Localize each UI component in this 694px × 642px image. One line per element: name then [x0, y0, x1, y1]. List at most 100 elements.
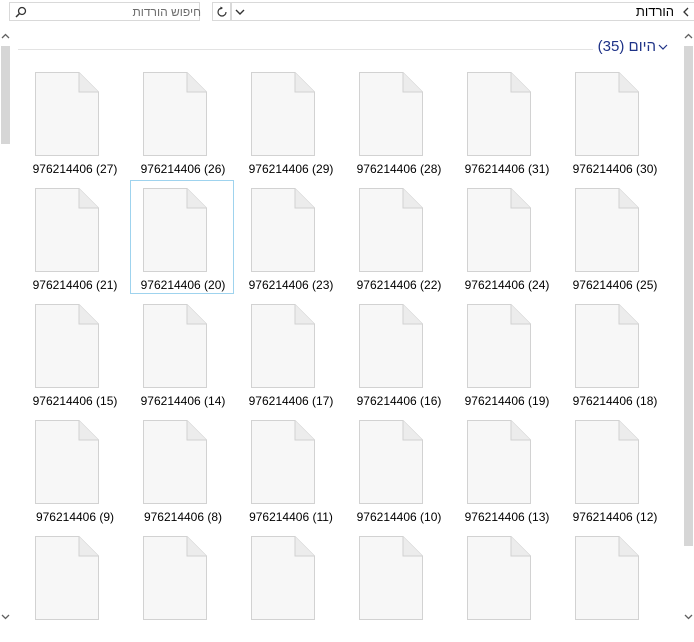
file-icon — [251, 304, 315, 388]
refresh-button[interactable] — [212, 2, 231, 21]
file-icon — [467, 536, 531, 620]
file-label: 976214406 (21) — [32, 278, 118, 292]
file-icon — [143, 304, 207, 388]
file-icon — [359, 188, 423, 272]
file-item[interactable]: 976214406 (15) — [22, 296, 126, 410]
file-item[interactable]: 976214406 (10) — [346, 412, 450, 526]
chevron-down-icon[interactable] — [234, 7, 246, 17]
file-icon — [251, 536, 315, 620]
file-icon — [143, 72, 207, 156]
file-label: 976214406 (29) — [248, 162, 334, 176]
file-item[interactable] — [562, 528, 666, 642]
file-label: 976214406 (31) — [464, 162, 550, 176]
file-icon — [359, 304, 423, 388]
file-item[interactable]: 976214406 (12) — [562, 412, 666, 526]
file-icon — [575, 536, 639, 620]
scroll-up-arrow-icon[interactable] — [684, 32, 693, 41]
file-item[interactable]: 976214406 (21) — [22, 180, 126, 294]
file-icon — [575, 188, 639, 272]
file-icon — [143, 536, 207, 620]
file-item[interactable] — [346, 528, 450, 642]
file-icon — [359, 420, 423, 504]
search-icon[interactable] — [15, 6, 27, 18]
file-icon — [575, 72, 639, 156]
file-item[interactable]: 976214406 (9) — [22, 412, 126, 526]
file-item[interactable]: 976214406 (23) — [238, 180, 342, 294]
file-icon — [467, 188, 531, 272]
file-label: 976214406 (11) — [249, 510, 333, 524]
file-label: 976214406 (27) — [32, 162, 118, 176]
file-label: 976214406 (20) — [140, 278, 226, 292]
breadcrumb-current[interactable]: הורדות — [636, 4, 674, 19]
file-label: 976214406 (12) — [572, 510, 658, 524]
file-icon — [35, 304, 99, 388]
file-label: 976214406 (8) — [143, 510, 223, 524]
file-item[interactable]: 976214406 (8) — [130, 412, 234, 526]
group-header[interactable]: היום (35) — [18, 38, 668, 58]
group-divider — [18, 49, 593, 50]
file-label: 976214406 (9) — [35, 510, 115, 524]
file-item[interactable]: 976214406 (16) — [346, 296, 450, 410]
file-label: 976214406 (10) — [356, 510, 442, 524]
scroll-thumb[interactable] — [684, 46, 693, 546]
file-icon — [359, 72, 423, 156]
file-icon — [251, 420, 315, 504]
file-label: 976214406 (30) — [572, 162, 658, 176]
file-item[interactable]: 976214406 (19) — [454, 296, 558, 410]
file-label: 976214406 (16) — [356, 394, 442, 408]
file-icon — [575, 304, 639, 388]
file-icon — [467, 72, 531, 156]
file-icon — [143, 188, 207, 272]
file-item[interactable]: 976214406 (20) — [130, 180, 234, 294]
file-item[interactable]: 976214406 (26) — [130, 64, 234, 178]
file-icon — [35, 420, 99, 504]
file-icon — [467, 304, 531, 388]
file-item[interactable] — [238, 528, 342, 642]
file-icon — [35, 188, 99, 272]
scroll-thumb[interactable] — [1, 46, 10, 144]
file-item[interactable] — [22, 528, 126, 642]
file-item[interactable]: 976214406 (29) — [238, 64, 342, 178]
right-scrollbar[interactable] — [683, 28, 694, 627]
address-bar[interactable]: הורדות — [231, 2, 694, 21]
file-icon — [251, 72, 315, 156]
file-item[interactable]: 976214406 (14) — [130, 296, 234, 410]
search-box[interactable] — [9, 2, 205, 21]
top-bar: הורדות — [0, 0, 694, 25]
scroll-up-arrow-icon[interactable] — [1, 32, 10, 41]
file-icon — [35, 536, 99, 620]
file-item[interactable]: 976214406 (25) — [562, 180, 666, 294]
file-label: 976214406 (23) — [248, 278, 334, 292]
chevron-left-icon[interactable] — [682, 7, 690, 17]
file-label: 976214406 (19) — [464, 394, 550, 408]
file-label: 976214406 (22) — [356, 278, 442, 292]
file-item[interactable] — [130, 528, 234, 642]
file-label: 976214406 (26) — [140, 162, 226, 176]
file-item[interactable]: 976214406 (27) — [22, 64, 126, 178]
group-title[interactable]: היום (35) — [598, 38, 656, 55]
file-item[interactable]: 976214406 (31) — [454, 64, 558, 178]
file-label: 976214406 (24) — [464, 278, 550, 292]
file-icon — [359, 536, 423, 620]
file-label: 976214406 (18) — [572, 394, 658, 408]
file-item[interactable]: 976214406 (22) — [346, 180, 450, 294]
scroll-down-arrow-icon[interactable] — [1, 612, 10, 621]
refresh-icon — [217, 6, 227, 17]
chevron-down-icon[interactable] — [658, 43, 668, 51]
file-item[interactable]: 976214406 (11) — [238, 412, 342, 526]
file-item[interactable]: 976214406 (18) — [562, 296, 666, 410]
file-item[interactable]: 976214406 (30) — [562, 64, 666, 178]
file-item[interactable] — [454, 528, 558, 642]
file-label: 976214406 (13) — [464, 510, 550, 524]
file-label: 976214406 (14) — [140, 394, 226, 408]
scroll-down-arrow-icon[interactable] — [684, 612, 693, 621]
file-label: 976214406 (25) — [572, 278, 658, 292]
left-scrollbar[interactable] — [0, 28, 11, 627]
file-icon — [467, 420, 531, 504]
search-input[interactable] — [32, 3, 205, 20]
file-icon — [251, 188, 315, 272]
file-item[interactable]: 976214406 (28) — [346, 64, 450, 178]
file-item[interactable]: 976214406 (13) — [454, 412, 558, 526]
file-item[interactable]: 976214406 (17) — [238, 296, 342, 410]
file-item[interactable]: 976214406 (24) — [454, 180, 558, 294]
